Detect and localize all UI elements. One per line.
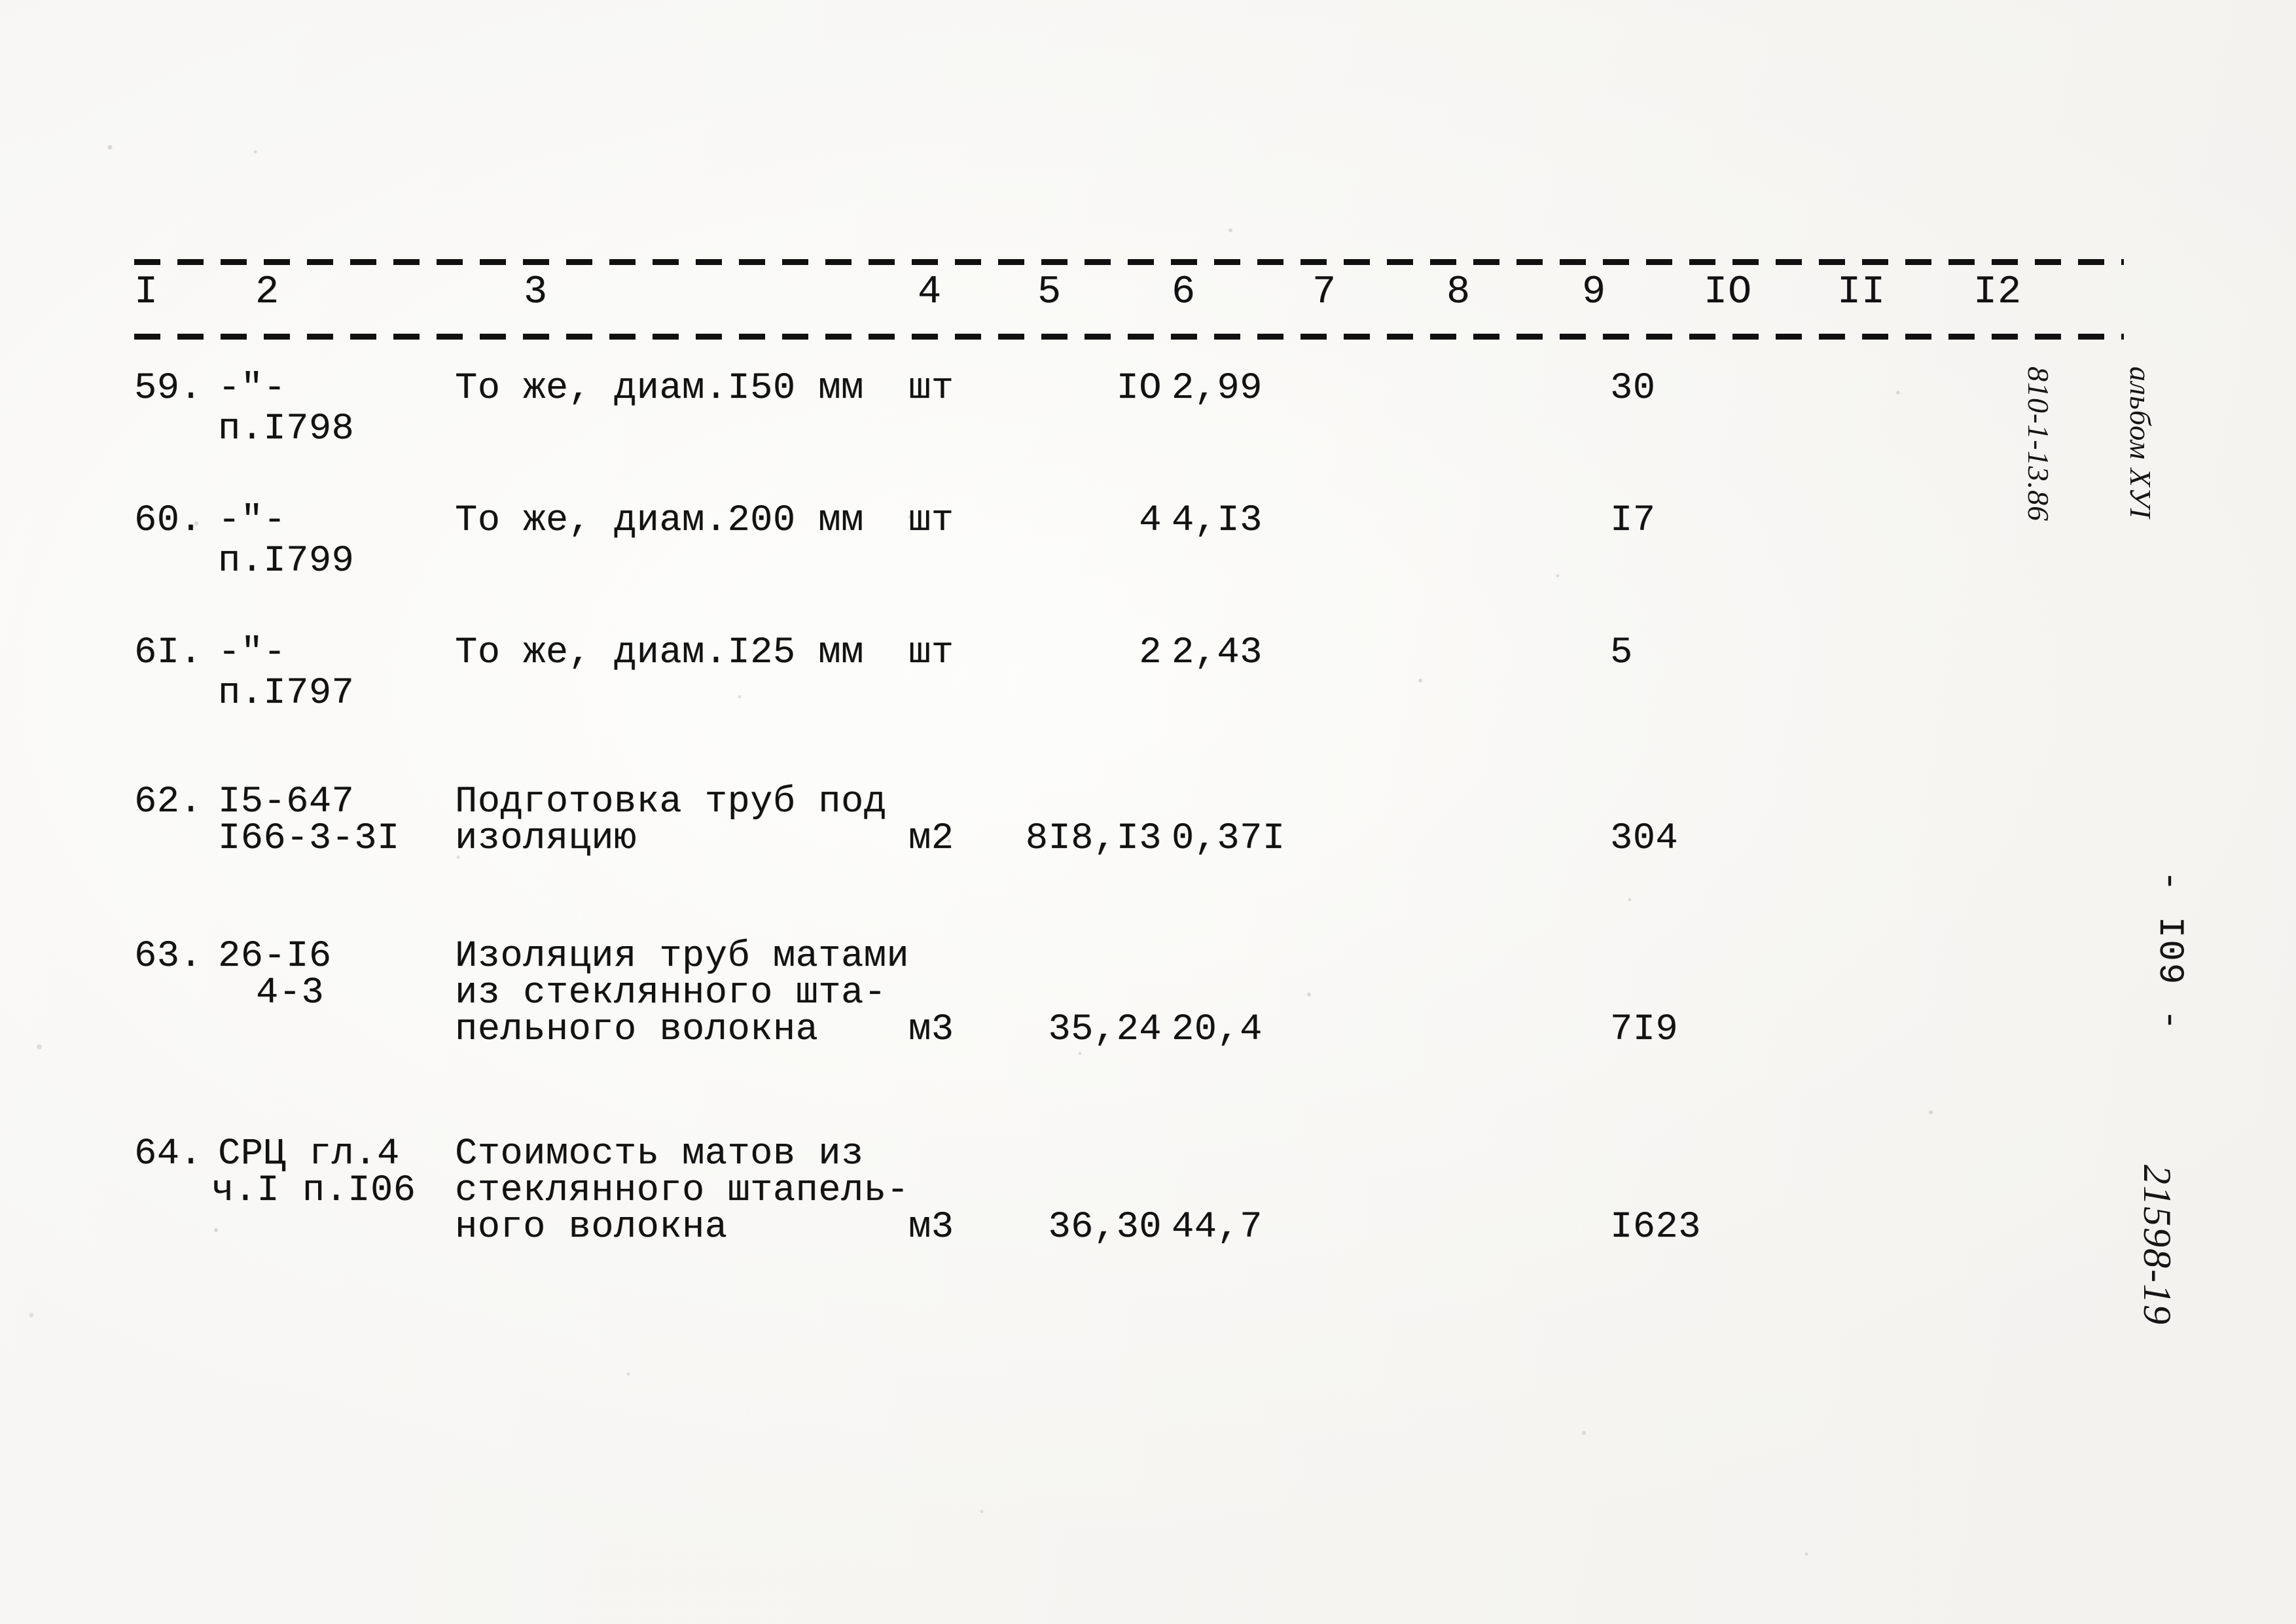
table-body: 59. -"- п.I798 То же, диам.I50 мм шт IO … bbox=[134, 368, 2124, 1297]
column-header-3: 3 bbox=[524, 270, 548, 315]
album-annotation-line-1: альбом ХУI bbox=[2124, 366, 2157, 519]
album-annotation: альбом ХУI 810-1-13.86 bbox=[1953, 366, 2225, 521]
column-header-7: 7 bbox=[1312, 270, 1337, 315]
table-row: 62. I5-647 I66-3-3I Подготовка труб под … bbox=[134, 782, 2124, 902]
row-total: I7 bbox=[1610, 500, 1656, 542]
row-code-line-1: -"- bbox=[218, 500, 287, 542]
row-quantity: 36,30 bbox=[1048, 1207, 1162, 1248]
page-number: - I09 - bbox=[2149, 870, 2189, 1033]
row-code-line-1: -"- bbox=[218, 368, 287, 410]
row-code-line-2: п.I799 bbox=[218, 540, 355, 582]
row-unit: шт bbox=[908, 500, 954, 542]
order-number-annotation: 21598-19 bbox=[2136, 1165, 2179, 1326]
row-quantity: 4 bbox=[1139, 500, 1162, 542]
row-code-line-2: п.I797 bbox=[218, 673, 355, 715]
row-quantity: 35,24 bbox=[1048, 1009, 1162, 1051]
row-number: 6I. bbox=[134, 632, 203, 674]
table-top-rule bbox=[134, 258, 2124, 265]
row-number: 59. bbox=[134, 368, 203, 410]
row-code-line-2: 4-3 bbox=[256, 972, 325, 1014]
column-header-10: IO bbox=[1704, 270, 1753, 315]
row-description-line-1: Изоляция труб матами bbox=[455, 936, 910, 978]
row-description-line-1: Стоимость матов из bbox=[455, 1133, 864, 1175]
table-row: 63. 26-I6 4-3 Изоляция труб матами из ст… bbox=[134, 936, 2124, 1100]
row-description-line-2: стеклянного штапель- bbox=[455, 1170, 910, 1212]
table-column-header-row: I 2 3 4 5 6 7 8 9 IO II I2 bbox=[134, 265, 2124, 333]
row-unit: шт bbox=[908, 632, 954, 674]
row-description-line-3: пельного волокна bbox=[455, 1009, 819, 1051]
row-description-line-1: То же, диам.I25 мм bbox=[455, 632, 864, 674]
column-header-12: I2 bbox=[1973, 270, 2022, 315]
row-description-line-1: Подготовка труб под bbox=[455, 781, 887, 823]
row-quantity: 8I8,I3 bbox=[1025, 818, 1162, 860]
table-row: 60. -"- п.I799 То же, диам.200 мм шт 4 4… bbox=[134, 501, 2124, 599]
row-total: 30 bbox=[1610, 368, 1656, 410]
row-total: I623 bbox=[1610, 1207, 1701, 1248]
column-header-1: I bbox=[134, 270, 159, 315]
row-description-line-1: То же, диам.200 мм bbox=[455, 500, 864, 542]
row-code-line-1: СРЦ гл.4 bbox=[218, 1133, 400, 1175]
row-code-line-2: п.I798 bbox=[218, 408, 355, 450]
row-code-line-1: I5-647 bbox=[218, 781, 355, 823]
column-header-5: 5 bbox=[1037, 270, 1062, 315]
column-header-9: 9 bbox=[1582, 270, 1607, 315]
column-header-8: 8 bbox=[1446, 270, 1471, 315]
row-price: 44,7 bbox=[1172, 1207, 1263, 1248]
row-total: 5 bbox=[1610, 632, 1633, 674]
row-description-line-2: изоляцию bbox=[455, 818, 637, 860]
row-unit: шт bbox=[908, 368, 954, 410]
table-row: 59. -"- п.I798 То же, диам.I50 мм шт IO … bbox=[134, 368, 2124, 467]
column-header-11: II bbox=[1837, 270, 1886, 315]
row-code-line-1: 26-I6 bbox=[218, 936, 332, 978]
table-header-rule bbox=[134, 333, 2124, 340]
row-total: 7I9 bbox=[1610, 1009, 1679, 1051]
column-header-6: 6 bbox=[1172, 270, 1196, 315]
row-description-line-3: ного волокна bbox=[455, 1207, 728, 1248]
table-row: 64. СРЦ гл.4 ч.I п.I06 Стоимость матов и… bbox=[134, 1134, 2124, 1297]
row-number: 63. bbox=[134, 936, 203, 978]
row-unit: м2 bbox=[908, 818, 954, 860]
album-annotation-line-2: 810-1-13.86 bbox=[2022, 366, 2055, 522]
row-code-line-2: I66-3-3I bbox=[218, 818, 400, 860]
row-unit: м3 bbox=[908, 1009, 954, 1051]
row-quantity: 2 bbox=[1139, 632, 1162, 674]
row-description-line-2: из стеклянного шта- bbox=[455, 972, 887, 1014]
row-number: 64. bbox=[134, 1133, 203, 1175]
row-price: 2,99 bbox=[1172, 368, 1263, 410]
document-page: I 2 3 4 5 6 7 8 9 IO II I2 59. -"- п.I79… bbox=[0, 0, 2296, 1624]
row-number: 62. bbox=[134, 781, 203, 823]
row-description-line-1: То же, диам.I50 мм bbox=[455, 368, 864, 410]
row-code-line-2: ч.I п.I06 bbox=[211, 1170, 416, 1212]
column-header-2: 2 bbox=[255, 270, 280, 315]
row-price: 0,37I bbox=[1172, 818, 1285, 860]
row-number: 60. bbox=[134, 500, 203, 542]
column-header-4: 4 bbox=[918, 270, 942, 315]
row-price: 20,4 bbox=[1172, 1009, 1263, 1051]
estimate-table: I 2 3 4 5 6 7 8 9 IO II I2 59. -"- п.I79… bbox=[134, 258, 2124, 1332]
row-price: 4,I3 bbox=[1172, 500, 1263, 542]
row-quantity: IO bbox=[1116, 368, 1162, 410]
row-code-line-1: -"- bbox=[218, 632, 287, 674]
table-row: 6I. -"- п.I797 То же, диам.I25 мм шт 2 2… bbox=[134, 633, 2124, 748]
row-unit: м3 bbox=[908, 1207, 954, 1248]
row-total: 304 bbox=[1610, 818, 1679, 860]
row-price: 2,43 bbox=[1172, 632, 1263, 674]
